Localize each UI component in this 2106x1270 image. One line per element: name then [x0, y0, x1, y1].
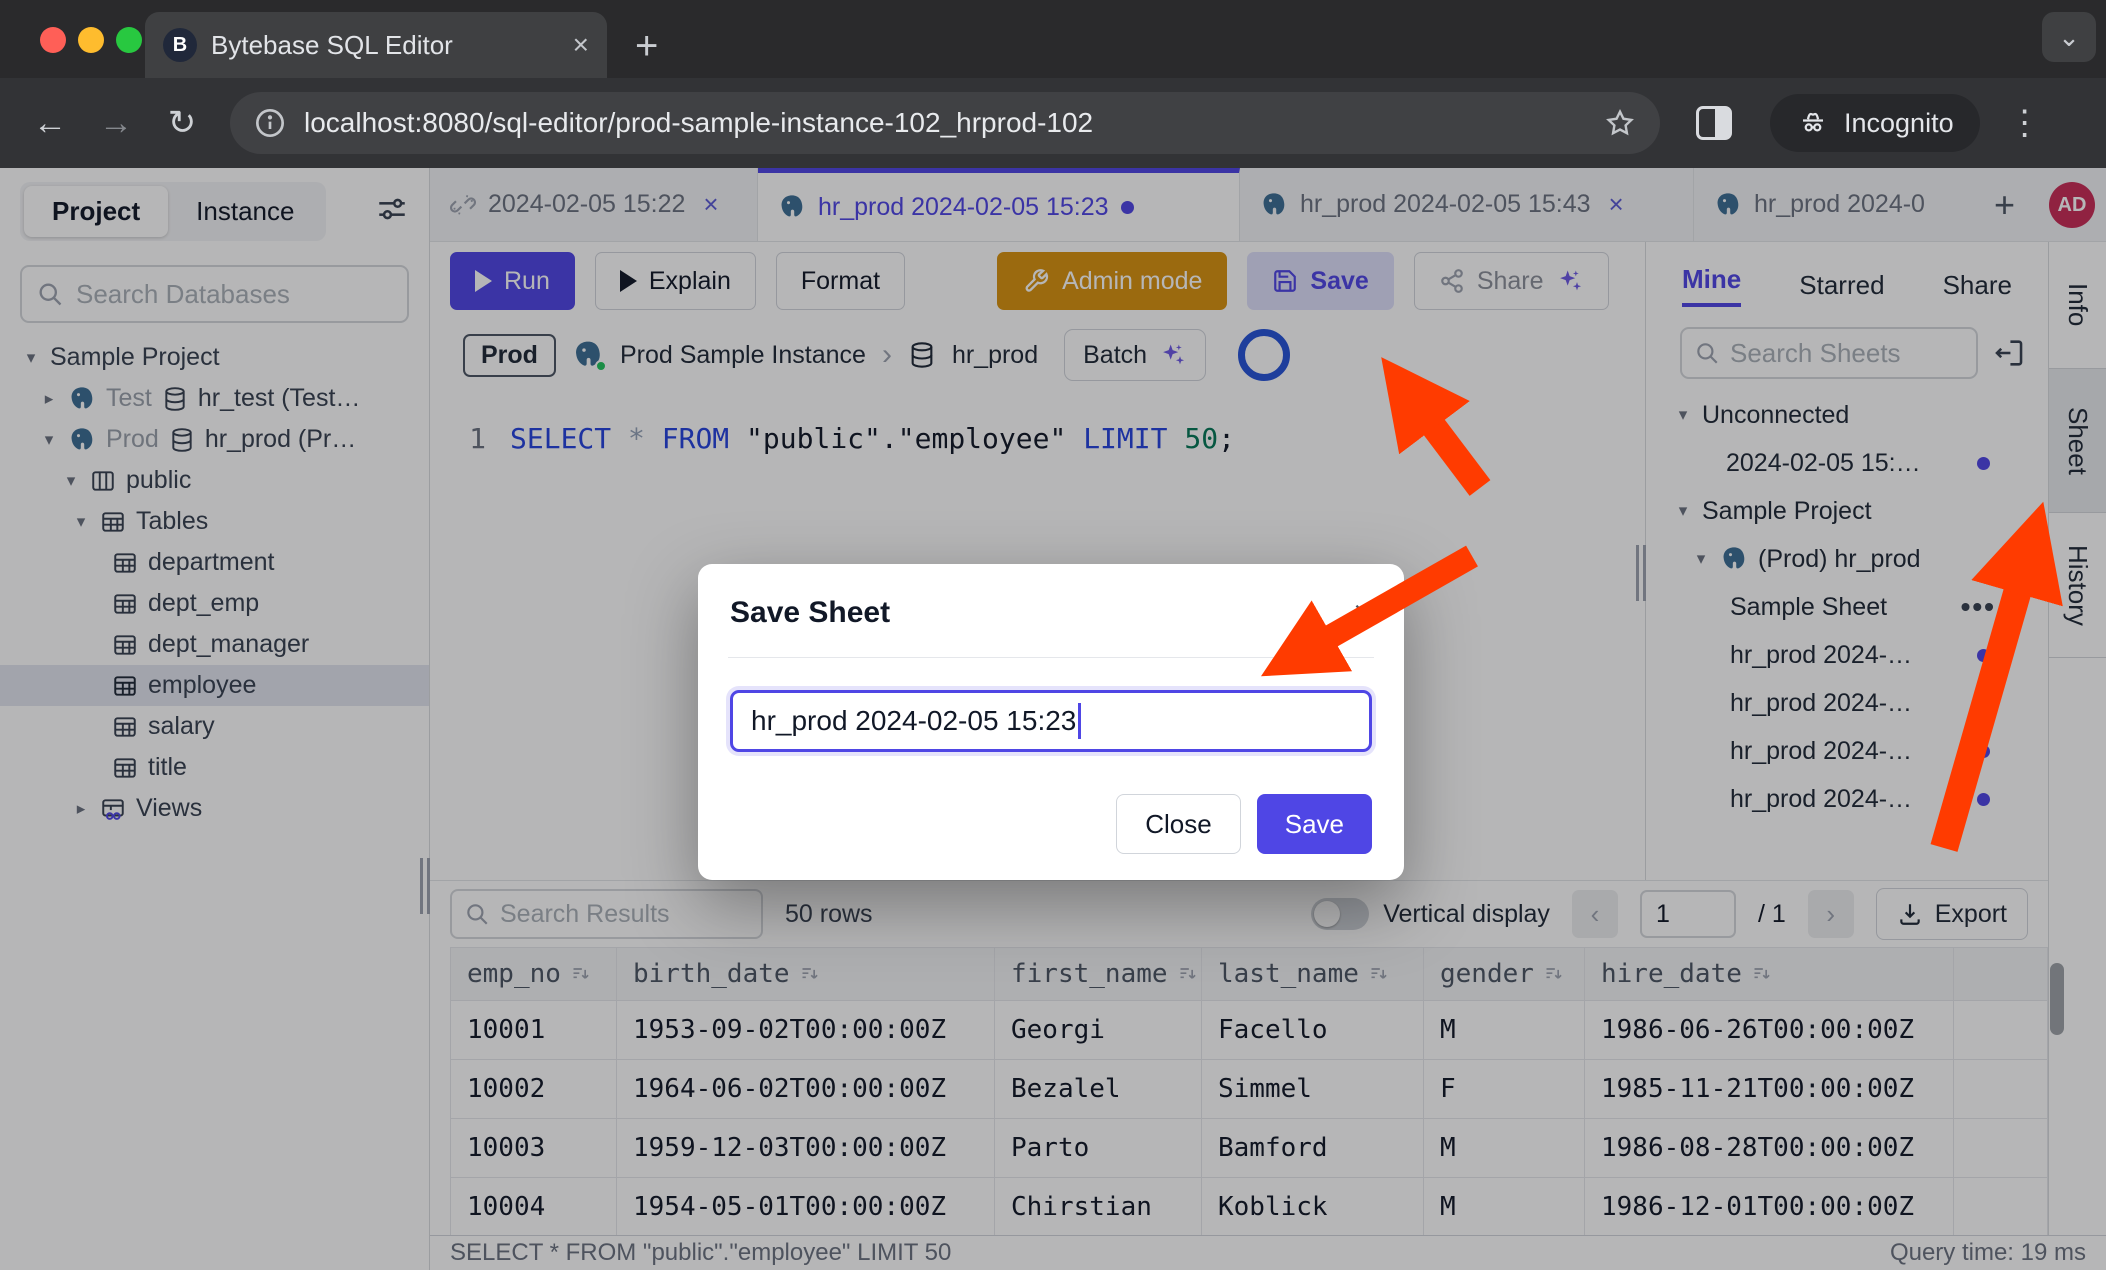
browser-navbar: ← → ↻ localhost:8080/sql-editor/prod-sam…	[0, 78, 2106, 168]
close-tab-icon[interactable]: ×	[573, 29, 589, 61]
text-cursor	[1078, 703, 1081, 739]
incognito-label: Incognito	[1844, 108, 1954, 139]
dialog-close-button[interactable]: Close	[1116, 794, 1240, 854]
forward-icon[interactable]: →	[88, 104, 144, 143]
maximize-window-button[interactable]	[116, 27, 142, 53]
save-sheet-dialog: Save Sheet × hr_prod 2024-02-05 15:23 Cl…	[698, 564, 1404, 880]
window-controls	[40, 27, 142, 53]
dialog-divider	[728, 657, 1374, 658]
browser-chrome: B Bytebase SQL Editor × + ⌄ ← → ↻ localh…	[0, 0, 2106, 168]
new-tab-button[interactable]: +	[635, 26, 658, 66]
incognito-badge: Incognito	[1770, 94, 1980, 152]
reload-icon[interactable]: ↻	[154, 103, 210, 143]
bookmark-star-icon[interactable]	[1604, 107, 1636, 139]
sheet-name-input[interactable]: hr_prod 2024-02-05 15:23	[730, 690, 1372, 752]
sheet-name-value: hr_prod 2024-02-05 15:23	[751, 705, 1076, 737]
address-bar[interactable]: localhost:8080/sql-editor/prod-sample-in…	[230, 92, 1660, 154]
side-panel-icon[interactable]	[1696, 106, 1732, 140]
dialog-save-button[interactable]: Save	[1257, 794, 1372, 854]
bytebase-favicon-icon: B	[163, 28, 197, 62]
back-icon[interactable]: ←	[22, 104, 78, 143]
browser-menu-icon[interactable]: ⋮	[2008, 103, 2042, 143]
browser-tab-title: Bytebase SQL Editor	[211, 30, 559, 61]
browser-tabstrip: B Bytebase SQL Editor × + ⌄	[0, 0, 2106, 78]
close-label: Close	[1145, 809, 1211, 840]
site-info-icon[interactable]	[254, 107, 286, 139]
tab-search-button[interactable]: ⌄	[2042, 12, 2096, 62]
browser-tab[interactable]: B Bytebase SQL Editor ×	[145, 12, 607, 78]
dialog-title: Save Sheet	[730, 596, 890, 630]
minimize-window-button[interactable]	[78, 27, 104, 53]
save-label: Save	[1285, 809, 1344, 840]
close-window-button[interactable]	[40, 27, 66, 53]
url-text[interactable]: localhost:8080/sql-editor/prod-sample-in…	[304, 107, 1586, 139]
screen: B Bytebase SQL Editor × + ⌄ ← → ↻ localh…	[0, 0, 2106, 1270]
close-dialog-icon[interactable]: ×	[1353, 594, 1372, 631]
